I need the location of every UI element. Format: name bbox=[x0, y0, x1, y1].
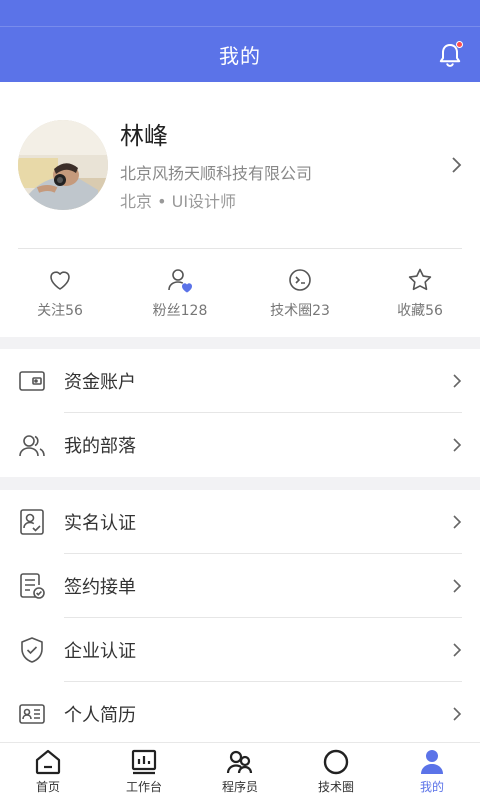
menu-group-verification: 实名认证 签约接单 企业认证 个人简历 bbox=[0, 490, 480, 746]
stat-following[interactable]: 关注56 bbox=[0, 258, 120, 330]
menu-item-enterprise-auth[interactable]: 企业认证 bbox=[0, 618, 480, 682]
menu-label: 企业认证 bbox=[64, 641, 136, 662]
resume-icon bbox=[19, 704, 45, 724]
stat-fans[interactable]: 粉丝128 bbox=[120, 258, 240, 330]
user-company: 北京风扬天顺科技有限公司 bbox=[120, 164, 313, 183]
contract-icon bbox=[20, 573, 45, 599]
wallet-icon bbox=[19, 371, 45, 391]
menu-label: 个人简历 bbox=[64, 705, 136, 726]
id-verify-icon bbox=[20, 509, 44, 535]
menu-item-real-name-auth[interactable]: 实名认证 bbox=[0, 490, 480, 554]
user-icon bbox=[421, 750, 443, 774]
menu-label: 签约接单 bbox=[64, 577, 136, 598]
chevron-right-icon bbox=[453, 515, 462, 529]
tab-label: 程序员 bbox=[221, 780, 258, 794]
chevron-right-icon bbox=[453, 579, 462, 593]
tab-label: 工作台 bbox=[125, 780, 162, 794]
menu-item-fund-account[interactable]: 资金账户 bbox=[0, 349, 480, 413]
group-icon bbox=[19, 435, 45, 457]
profile-card[interactable]: 林峰 北京风扬天顺科技有限公司 北京 • UI设计师 关注56 粉丝128 技术… bbox=[0, 82, 480, 337]
chevron-right-icon bbox=[453, 374, 462, 388]
tech-circle-icon bbox=[289, 269, 311, 291]
stat-label: 技术圈23 bbox=[270, 303, 330, 319]
menu-label: 实名认证 bbox=[64, 513, 136, 534]
stat-label: 粉丝128 bbox=[152, 303, 208, 319]
dashboard-icon bbox=[131, 749, 157, 775]
circle-icon bbox=[323, 749, 349, 775]
tab-label: 首页 bbox=[35, 780, 60, 794]
stat-label: 关注56 bbox=[37, 303, 83, 319]
user-location-title: 北京 • UI设计师 bbox=[120, 192, 237, 211]
star-icon bbox=[408, 268, 432, 291]
divider bbox=[18, 248, 462, 249]
notification-badge bbox=[456, 41, 463, 48]
chevron-right-icon bbox=[453, 643, 462, 657]
chevron-right-icon bbox=[453, 438, 462, 452]
tab-label: 技术圈 bbox=[317, 780, 354, 794]
stats-bar: 关注56 粉丝128 技术圈23 收藏56 bbox=[0, 258, 480, 330]
avatar[interactable] bbox=[18, 120, 108, 210]
tab-home[interactable]: 首页 bbox=[0, 743, 96, 800]
stat-favorites[interactable]: 收藏56 bbox=[360, 258, 480, 330]
tab-label: 我的 bbox=[419, 780, 444, 794]
menu-group-account: 资金账户 我的部落 bbox=[0, 349, 480, 477]
tab-workbench[interactable]: 工作台 bbox=[96, 743, 192, 800]
tab-tech-circle[interactable]: 技术圈 bbox=[288, 743, 384, 800]
notification-bell-icon[interactable] bbox=[436, 41, 464, 69]
status-bar bbox=[0, 0, 480, 26]
menu-item-contract-orders[interactable]: 签约接单 bbox=[0, 554, 480, 618]
menu-item-my-tribe[interactable]: 我的部落 bbox=[0, 413, 480, 477]
user-name: 林峰 bbox=[120, 122, 168, 150]
chevron-right-icon bbox=[453, 707, 462, 721]
programmers-icon bbox=[226, 750, 253, 774]
chevron-right-icon[interactable] bbox=[450, 156, 462, 174]
top-nav-bar: 我的 bbox=[0, 26, 480, 82]
heart-icon bbox=[50, 271, 70, 290]
menu-label: 资金账户 bbox=[64, 372, 136, 393]
home-icon bbox=[35, 749, 61, 775]
stat-label: 收藏56 bbox=[397, 303, 443, 319]
tab-programmers[interactable]: 程序员 bbox=[192, 743, 288, 800]
page-title: 我的 bbox=[219, 44, 261, 68]
fans-icon bbox=[168, 269, 192, 293]
menu-item-resume[interactable]: 个人简历 bbox=[0, 682, 480, 746]
shield-icon bbox=[21, 637, 43, 663]
stat-tech-circle[interactable]: 技术圈23 bbox=[240, 258, 360, 330]
bottom-tab-bar: 首页 工作台 程序员 技术圈 我的 bbox=[0, 742, 480, 800]
menu-label: 我的部落 bbox=[64, 436, 136, 457]
tab-mine[interactable]: 我的 bbox=[384, 743, 480, 800]
